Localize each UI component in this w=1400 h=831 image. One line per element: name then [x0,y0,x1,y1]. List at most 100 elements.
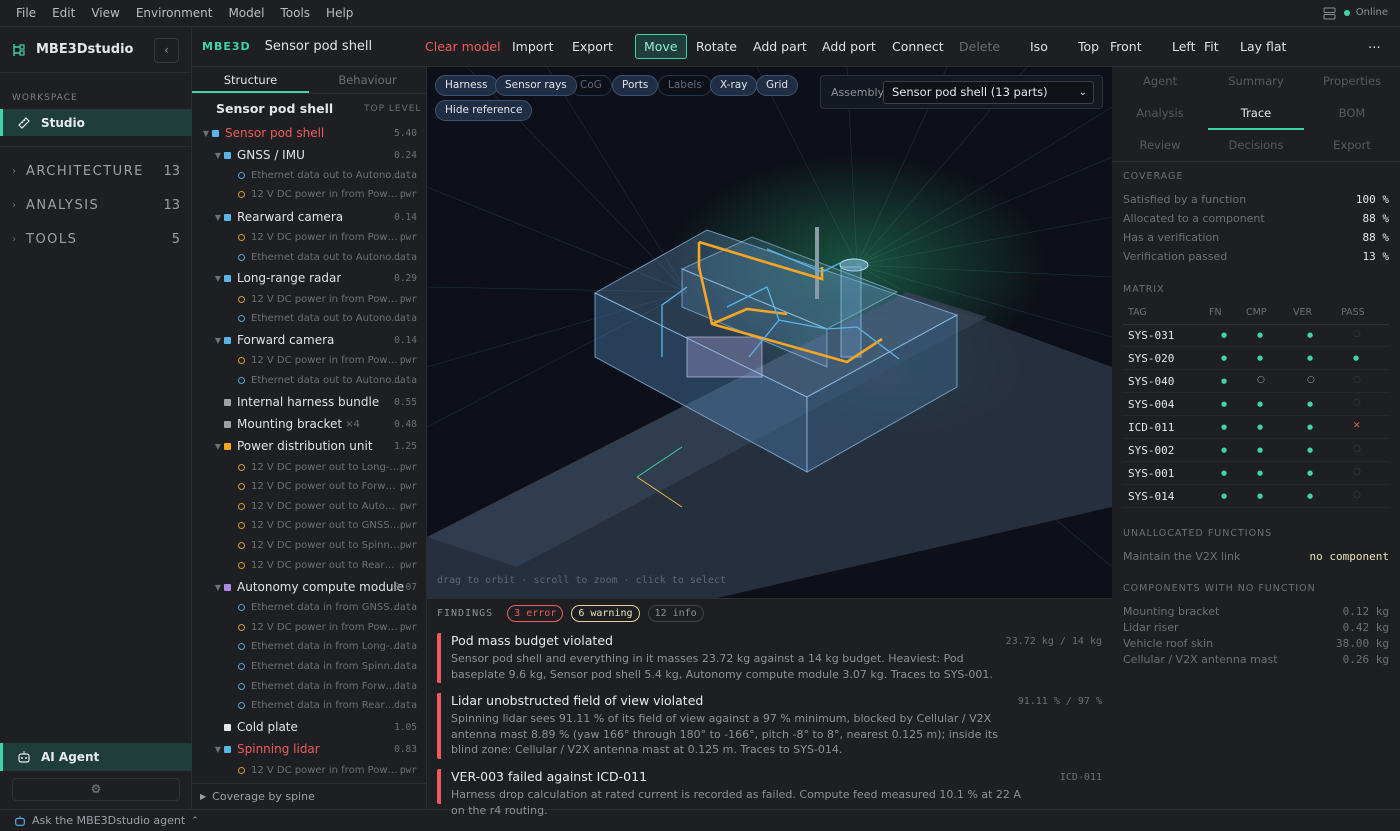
tree-port-row[interactable]: 12 V DC power in from Power d... pwr [192,227,427,247]
tree-part-row[interactable]: Mounting bracket ×4 0.48 [192,414,427,434]
lay-flat-button[interactable]: Lay flat [1232,34,1294,59]
menu-view[interactable]: View [91,6,119,20]
no-function-row[interactable]: Mounting bracket 0.12 kg [1123,605,1389,618]
tree-port-row[interactable]: 12 V DC power in from Power d... pwr [192,350,427,370]
toggle-xray[interactable]: X-ray [710,75,758,96]
toggle-labels[interactable]: Labels [658,75,712,96]
tab-behaviour[interactable]: Behaviour [309,67,426,93]
tree-port-row[interactable]: Ethernet data in from Long-ra... data [192,636,427,656]
matrix-row[interactable]: SYS-020 ● ● ● ● [1123,347,1389,370]
tree-part-row[interactable]: Internal harness bundle 0.55 [192,392,427,412]
matrix-row[interactable]: SYS-002 ● ● ● ○ [1123,439,1389,462]
finding-item[interactable]: VER-003 failed against ICD-011 Harness d… [437,769,1102,817]
tree-part-row[interactable]: ▼ Long-range radar 0.29 [192,268,427,288]
tree-port-row[interactable]: 12 V DC power in from Power d... pwr [192,617,427,637]
clear-model-button[interactable]: Clear model [417,34,509,59]
fit-button[interactable]: Fit [1196,34,1227,59]
tree-port-row[interactable]: Ethernet data out to Autono... data [192,165,427,185]
errors-filter[interactable]: 3 error [507,605,564,622]
caret-down-icon[interactable]: ▼ [212,442,224,451]
tree-port-row[interactable]: Ethernet data in from Spinnin... data [192,656,427,676]
tree-port-row[interactable]: 12 V DC power out to Long-ran... pwr [192,457,427,477]
more-menu-button[interactable]: ⋯ [1360,34,1389,59]
matrix-row[interactable]: SYS-040 ● ○ ○ ○ [1123,370,1389,393]
caret-down-icon[interactable]: ▼ [212,583,224,592]
hide-reference-button[interactable]: Hide reference [435,100,533,121]
3d-scene[interactable] [427,67,1112,598]
caret-down-icon[interactable]: ▼ [212,151,224,160]
matrix-row[interactable]: SYS-001 ● ● ● ○ [1123,462,1389,485]
tree-part-row[interactable]: ▼ Spinning lidar 0.83 [192,739,427,759]
tree-part-row[interactable]: ▼ Power distribution unit 1.25 [192,436,427,456]
toggle-harness[interactable]: Harness [435,75,498,96]
tree-port-row[interactable]: 12 V DC power in from Power d... pwr [192,289,427,309]
tab-trace[interactable]: Trace [1208,106,1304,120]
view-front-button[interactable]: Front [1102,34,1150,59]
caret-down-icon[interactable]: ▼ [212,213,224,222]
sidebar-item-ai-agent[interactable]: AI Agent [0,743,192,771]
delete-button[interactable]: Delete [951,34,1008,59]
import-button[interactable]: Import [504,34,562,59]
tree-port-row[interactable]: 12 V DC power out to Forward ... pwr [192,476,427,496]
finding-item[interactable]: Pod mass budget violated Sensor pod shel… [437,633,1102,683]
tree-part-row[interactable]: ▼ Autonomy compute module 3.07 [192,577,427,597]
tab-agent[interactable]: Agent [1112,74,1208,88]
tree-port-row[interactable]: Ethernet data in from Forwar... data [192,676,427,696]
tree-port-row[interactable]: Ethernet data in from GNSS / ... data [192,597,427,617]
tree-port-row[interactable]: 12 V DC power out to GNSS / I... pwr [192,515,427,535]
tree-port-row[interactable]: 12 V DC power out to Rearwar... pwr [192,555,427,575]
caret-down-icon[interactable]: ▼ [200,129,212,138]
tree-port-row[interactable]: Ethernet data out to Autono... data [192,370,427,390]
caret-down-icon[interactable]: ▼ [212,745,224,754]
toggle-cog[interactable]: CoG [570,75,612,96]
tree-part-row[interactable]: ▼ GNSS / IMU 0.24 [192,145,427,165]
tree-port-row[interactable]: 12 V DC power in from Power d... pwr [192,184,427,204]
info-filter[interactable]: 12 info [647,605,704,622]
tree-part-row[interactable]: ▼ Sensor pod shell 5.40 [192,123,427,143]
menu-tools[interactable]: Tools [280,6,310,20]
tree-port-row[interactable]: 12 V DC power in from Power d... pwr [192,760,427,780]
sidebar-item-studio[interactable]: Studio [0,109,192,136]
tab-structure[interactable]: Structure [192,67,309,93]
tab-decisions[interactable]: Decisions [1208,138,1304,152]
matrix-row[interactable]: SYS-031 ● ● ● ○ [1123,324,1389,347]
toggle-grid[interactable]: Grid [756,75,799,96]
settings-button[interactable]: ⚙ [12,778,180,801]
menu-environment[interactable]: Environment [136,6,213,20]
add-port-button[interactable]: Add port [814,34,884,59]
3d-viewport[interactable]: Harness Sensor rays CoG Ports Labels X-r… [427,67,1112,598]
menu-file[interactable]: File [16,6,36,20]
toggle-sensor-rays[interactable]: Sensor rays [495,75,577,96]
menu-help[interactable]: Help [326,6,353,20]
tree-port-row[interactable]: 12 V DC power out to Spinning ...pwr [192,535,427,555]
tree-part-row[interactable]: ▼ Rearward camera 0.14 [192,207,427,227]
unallocated-row[interactable]: Maintain the V2X link no component [1123,550,1389,563]
warnings-filter[interactable]: 6 warning [571,605,640,622]
coverage-by-spine-toggle[interactable]: ▶ Coverage by spine [192,783,427,809]
matrix-row[interactable]: ICD-011 ● ● ● ✕ [1123,416,1389,439]
export-button[interactable]: Export [564,34,621,59]
move-button[interactable]: Move [635,34,687,59]
sidebar-section-analysis[interactable]: › ANALYSIS 13 [12,198,180,213]
tab-bom[interactable]: BOM [1304,106,1400,120]
tab-analysis[interactable]: Analysis [1112,106,1208,120]
tree-port-row[interactable]: Ethernet data in from Rearwa... data [192,695,427,715]
menu-model[interactable]: Model [228,6,264,20]
rotate-button[interactable]: Rotate [688,34,745,59]
matrix-row[interactable]: SYS-004 ● ● ● ○ [1123,393,1389,416]
sidebar-section-tools[interactable]: › TOOLS 5 [12,232,180,247]
no-function-row[interactable]: Vehicle roof skin 38.00 kg [1123,637,1389,650]
caret-down-icon[interactable]: ▼ [212,274,224,283]
view-iso-button[interactable]: Iso [1022,34,1056,59]
no-function-row[interactable]: Lidar riser 0.42 kg [1123,621,1389,634]
tree-part-row[interactable]: ▼ Forward camera 0.14 [192,330,427,350]
sidebar-section-architecture[interactable]: › ARCHITECTURE 13 [12,164,180,179]
menu-edit[interactable]: Edit [52,6,75,20]
layout-toggle-icon[interactable] [1323,7,1336,20]
tab-summary[interactable]: Summary [1208,74,1304,88]
caret-down-icon[interactable]: ▼ [212,336,224,345]
tree-port-row[interactable]: Ethernet data out to Autono... data [192,247,427,267]
add-part-button[interactable]: Add part [745,34,815,59]
assembly-select[interactable]: Sensor pod shell (13 parts) ⌄ [883,81,1094,104]
connect-button[interactable]: Connect [884,34,952,59]
